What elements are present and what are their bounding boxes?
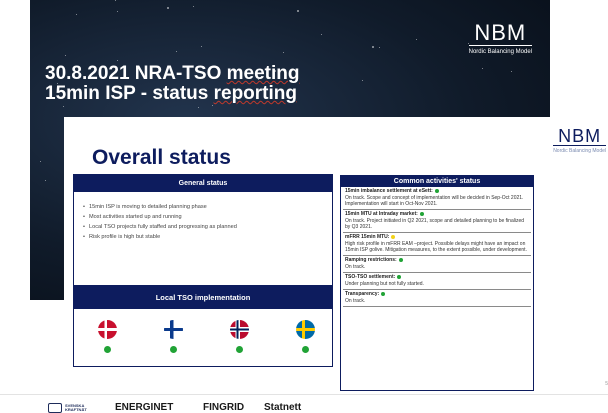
star-dot [45,180,46,181]
common-activities-header: Common activities' status [341,176,533,187]
tso-flags-row [96,320,316,353]
common-activity-item: 15min MTU at Intraday market: On track. P… [343,210,531,233]
activity-title: mFRR 15min MTU: [345,234,530,241]
star-dot [176,51,177,52]
star-dot [117,11,118,12]
general-status-panel: General status • 15min ISP is moving to d… [73,174,333,287]
svenska-kraftnat-logo: SVENSKA KRAFTNÄT [48,403,87,413]
norway-flag-icon [229,320,249,339]
star-dot [167,7,169,9]
general-status-item: • Local TSO projects fully staffed and pr… [83,224,237,230]
activity-description: Under planning but not fully started. [345,281,424,287]
tso-flag-column [228,320,250,353]
general-status-header: General status [74,175,332,192]
overall-status-slide: Overall status NBM Nordic Balancing Mode… [64,117,608,413]
star-dot [63,106,64,107]
tso-flag-column [162,320,184,353]
star-dot [115,0,116,1]
common-activity-item: Ramping restrictions: On track. [343,256,531,273]
common-activity-item: Transparency: On track. [343,290,531,307]
status-dot-icon [301,346,309,353]
status-dot-icon [434,188,439,193]
star-dot [198,107,199,108]
tso-flag-column [96,320,118,353]
slide-title: Overall status [92,146,231,169]
status-dot-icon [169,346,177,353]
star-dot [482,68,483,69]
title-slide-heading: 30.8.2021 NRA-TSO meeting 15min ISP - st… [45,64,300,104]
star-dot [76,14,77,15]
statnett-logo: Statnett [264,402,302,413]
local-tso-header: Local TSO implementation [74,286,332,309]
general-status-list: • 15min ISP is moving to detailed plannin… [74,202,332,242]
general-status-item: • 15min ISP is moving to detailed plannin… [83,204,207,210]
star-dot [283,52,284,53]
activity-description: On track. Scope and concept of implement… [345,195,524,207]
title-line-1: 30.8.2021 NRA-TSO meeting [45,63,300,84]
star-dot [65,55,66,56]
sweden-flag-icon [295,320,315,339]
status-dot-icon [398,257,403,262]
star-dot [416,39,417,40]
star-dot [321,34,322,35]
star-dot [511,71,512,72]
status-dot-icon [381,291,386,296]
star-dot [40,161,41,162]
activity-description: On track. [345,264,366,270]
activity-title: Transparency: [345,291,530,298]
activity-title: Ramping restrictions: [345,257,530,264]
general-status-item: • Risk profile is high but stable [83,234,161,240]
status-dot-icon [103,346,111,353]
activity-title: TSO-TSO settlement: [345,274,530,281]
common-activity-item: 15min imbalance settlement at eSett: On t… [343,187,531,210]
star-dot [297,10,299,12]
status-dot-icon [235,346,243,353]
activity-title: 15min imbalance settlement at eSett: [345,188,530,195]
activity-description: On track. Project initiated in Q2 2021, … [345,218,525,230]
star-dot [379,47,380,48]
activity-title: 15min MTU at Intraday market: [345,211,530,218]
footer-logos: SVENSKA KRAFTNÄT ENERGINET FINGRID Statn… [0,394,608,413]
common-activities-panel: Common activities' status 15min imbalanc… [340,175,534,391]
svk-mark-icon [48,403,62,413]
star-dot [212,105,213,106]
nbm-logo: NBM Nordic Balancing Model [468,20,532,55]
activity-description: On track. [345,298,366,304]
fingrid-logo: FINGRID [203,402,245,413]
energinet-logo: ENERGINET [115,402,174,413]
status-dot-icon [391,234,396,239]
star-dot [193,6,194,7]
general-status-item: • Most activities started up and running [83,214,182,220]
footer-divider [0,394,608,395]
star-dot [201,46,202,47]
title-line-2: 15min ISP - status reporting [45,83,297,104]
star-dot [362,80,363,81]
activity-description: High risk profile in mFRR EAM –project. … [345,241,527,253]
finland-flag-icon [163,320,183,339]
common-activity-item: mFRR 15min MTU: High risk profile in mFRR… [343,233,531,256]
star-dot [117,60,118,61]
local-tso-panel: Local TSO implementation [73,285,333,367]
denmark-flag-icon [97,320,117,339]
star-dot [372,46,374,48]
nbm-logo-small: NBM Nordic Balancing Model [553,126,606,154]
status-dot-icon [397,274,402,279]
tso-flag-column [294,320,316,353]
common-activity-item: TSO-TSO settlement: Under planning but no… [343,273,531,290]
status-dot-icon [419,211,424,216]
